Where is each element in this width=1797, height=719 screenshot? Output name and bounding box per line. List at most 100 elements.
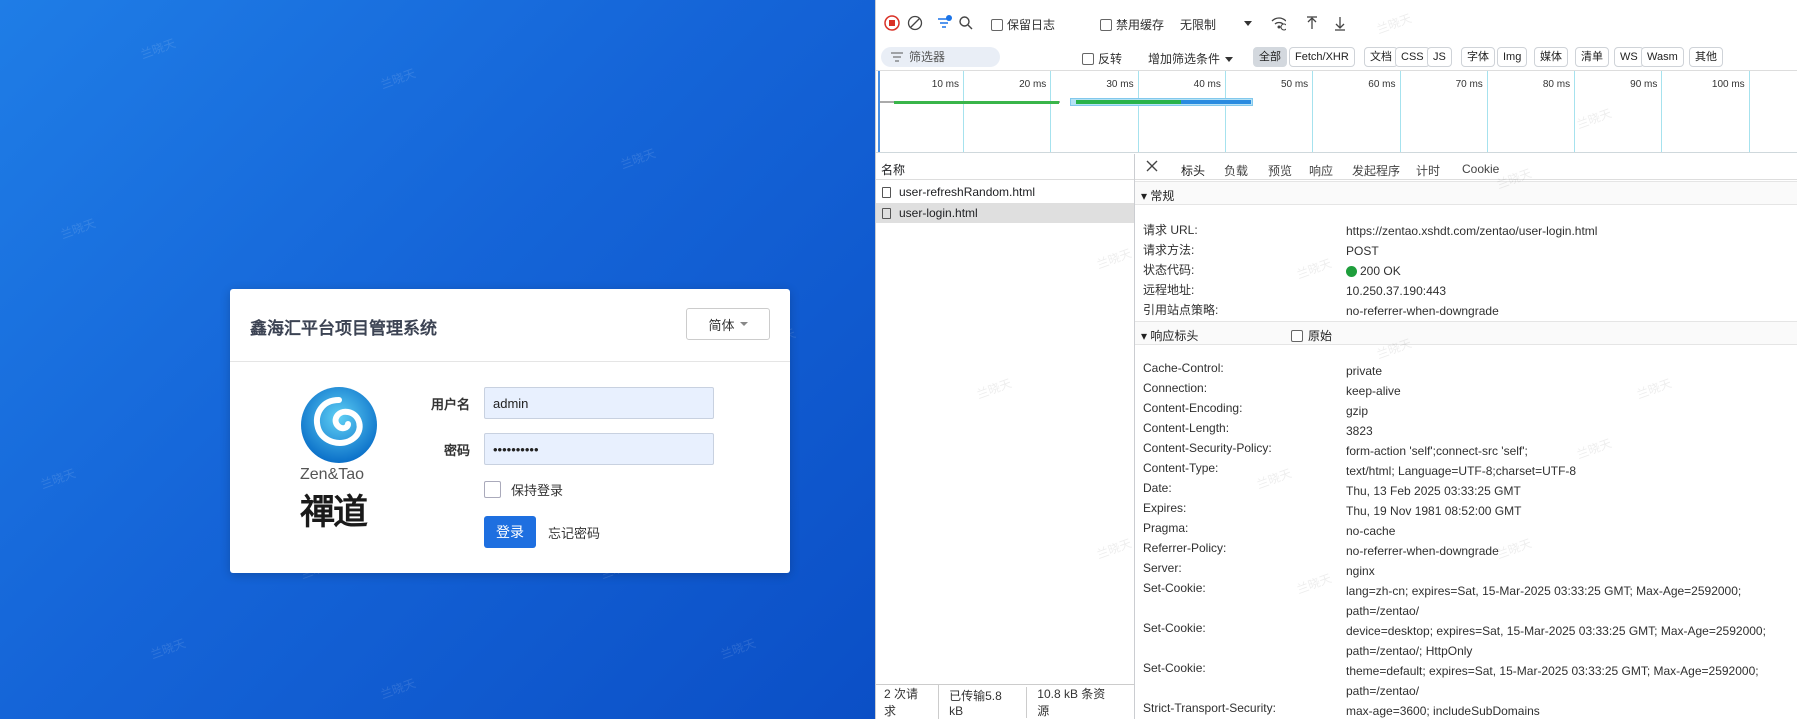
watermark: 兰晓天 <box>974 376 1014 402</box>
transferred-size: 已传输5.8 kB <box>949 686 1028 718</box>
checkbox-icon[interactable] <box>1291 329 1303 342</box>
preserve-log-label: 保留日志 <box>1007 18 1056 32</box>
timeline-gridline <box>963 71 964 152</box>
filter-type-6[interactable]: Img <box>1497 47 1528 67</box>
request-name: user-refreshRandom.html <box>899 185 1036 199</box>
keep-login-checkbox[interactable]: 保持登录 <box>484 480 563 499</box>
request-row[interactable]: user-refreshRandom.html <box>876 182 1134 202</box>
preserve-log-checkbox[interactable]: 保留日志 <box>991 16 1055 33</box>
devtools-panel: 保留日志 禁用缓存 无限制 筛选器 反转 增加筛选条件 全部 Fetch/XHR… <box>875 0 1797 719</box>
network-timeline[interactable]: 10 ms 20 ms 30 ms 40 ms 50 ms 60 ms 70 ms 80 ms… <box>876 70 1797 153</box>
raw-label: 原始 <box>1308 329 1333 343</box>
checkbox-icon[interactable] <box>1100 18 1112 31</box>
timeline-gridline <box>1137 71 1139 152</box>
response-headers-section-header[interactable]: ▾ 响应标头 原始 <box>1135 321 1797 345</box>
header-key: Content-Security-Policy: <box>1143 441 1272 455</box>
watermark: 兰晓天 <box>618 146 658 172</box>
card-header: 鑫海汇平台项目管理系统 简体 <box>230 289 790 362</box>
watermark: 兰晓天 <box>148 636 188 662</box>
checkbox-icon[interactable] <box>991 18 1003 31</box>
tab-3[interactable]: 响应 <box>1309 162 1333 179</box>
header-value: device=desktop; expires=Sat, 15-Mar-2025… <box>1346 624 1766 658</box>
filter-type-2[interactable]: 文档 <box>1364 47 1398 67</box>
header-value: text/html; Language=UTF-8;charset=UTF-8 <box>1346 464 1577 478</box>
filter-type-9[interactable]: WS <box>1614 47 1644 67</box>
name-column-header[interactable]: 名称 <box>876 154 1134 180</box>
disable-cache-checkbox[interactable]: 禁用缓存 <box>1100 16 1164 33</box>
header-value: Thu, 19 Nov 1981 08:52:00 GMT <box>1346 504 1522 518</box>
header-key: Set-Cookie: <box>1143 621 1206 635</box>
header-key: 远程地址: <box>1143 283 1195 297</box>
tab-1[interactable]: 负载 <box>1224 162 1248 179</box>
header-key: Cache-Control: <box>1143 361 1224 375</box>
invert-label: 反转 <box>1098 52 1123 66</box>
watermark: 兰晓天 <box>38 466 78 492</box>
language-dropdown[interactable]: 简体 <box>686 308 770 340</box>
header-value: no-cache <box>1346 524 1396 538</box>
header-key: Content-Length: <box>1143 421 1230 435</box>
watermark: 兰晓天 <box>1094 246 1134 272</box>
checkbox-icon[interactable] <box>1082 52 1094 65</box>
request-row-selected[interactable]: user-login.html <box>876 203 1134 223</box>
header-value: theme=default; expires=Sat, 15-Mar-2025 … <box>1346 664 1759 698</box>
header-value: Thu, 13 Feb 2025 03:33:25 GMT <box>1346 484 1521 498</box>
import-har-icon[interactable] <box>1304 15 1320 31</box>
raw-checkbox[interactable]: 原始 <box>1291 327 1332 344</box>
close-icon[interactable] <box>1145 159 1159 176</box>
checkbox-icon[interactable] <box>484 481 501 498</box>
watermark: 兰晓天 <box>58 216 98 242</box>
throttle-dropdown[interactable]: 无限制 <box>1180 16 1216 33</box>
header-key: Set-Cookie: <box>1143 661 1206 675</box>
filter-type-4[interactable]: JS <box>1427 47 1452 67</box>
forgot-password-link[interactable]: 忘记密码 <box>548 523 600 542</box>
tab-4[interactable]: 发起程序 <box>1352 162 1400 179</box>
filter-type-11[interactable]: 其他 <box>1689 47 1723 67</box>
filter-input[interactable]: 筛选器 <box>881 47 1000 67</box>
filter-icon <box>891 52 903 62</box>
timeline-tick-label: 90 ms <box>1630 79 1658 90</box>
username-field[interactable] <box>484 387 714 419</box>
login-card: 鑫海汇平台项目管理系统 简体 Zen&Tao 禪道 用户名 密 <box>230 289 790 573</box>
login-page-background: 兰晓天兰晓天兰晓天兰晓天兰晓天兰晓天兰晓天兰晓天兰晓天兰晓天兰晓天兰晓天 鑫海汇… <box>0 0 875 719</box>
filter-type-0[interactable]: 全部 <box>1253 47 1287 67</box>
search-icon[interactable] <box>958 15 974 31</box>
filter-type-8[interactable]: 清单 <box>1575 47 1609 67</box>
filter-type-3[interactable]: CSS <box>1395 47 1430 67</box>
request-count: 2 次请求 <box>884 685 940 719</box>
record-stop-icon[interactable] <box>884 15 900 31</box>
zentao-logo: Zen&Tao 禪道 <box>298 386 398 536</box>
triangle-down-icon: ▾ <box>1141 329 1148 343</box>
header-key: Referrer-Policy: <box>1143 541 1227 555</box>
tab-5[interactable]: 计时 <box>1416 162 1440 179</box>
header-value: 3823 <box>1346 424 1373 438</box>
header-key: 请求 URL: <box>1143 223 1198 237</box>
header-value: nginx <box>1346 564 1375 578</box>
timeline-bar-request-1 <box>894 101 1059 104</box>
header-key: 状态代码: <box>1143 263 1195 277</box>
filter-type-1[interactable]: Fetch/XHR <box>1289 47 1355 67</box>
network-conditions-icon[interactable] <box>1270 15 1286 31</box>
document-icon <box>882 207 891 219</box>
password-field[interactable] <box>484 433 714 465</box>
filter-type-10[interactable]: Wasm <box>1641 47 1684 67</box>
throttle-caret-icon[interactable] <box>1240 15 1256 31</box>
more-filters-dropdown[interactable]: 增加筛选条件 <box>1148 50 1234 67</box>
network-toolbar: 保留日志 禁用缓存 无限制 <box>876 0 1797 47</box>
general-section-header[interactable]: ▾ 常规 <box>1135 181 1797 205</box>
timeline-start-marker <box>878 71 880 152</box>
timeline-tick-label: 100 ms <box>1711 79 1745 90</box>
filter-type-5[interactable]: 字体 <box>1461 47 1495 67</box>
clear-icon[interactable] <box>907 15 923 31</box>
header-key: Pragma: <box>1143 521 1189 535</box>
timeline-gridline <box>1050 71 1052 152</box>
filter-type-7[interactable]: 媒体 <box>1534 47 1568 67</box>
watermark: 兰晓天 <box>138 36 178 62</box>
filter-toggle-icon[interactable] <box>936 15 952 31</box>
detail-tabs: 标头 负载 预览 响应 发起程序 计时 Cookie <box>1135 154 1797 185</box>
login-button[interactable]: 登录 <box>484 516 536 548</box>
response-headers-title: 响应标头 <box>1150 329 1199 343</box>
tab-6[interactable]: Cookie <box>1462 162 1499 176</box>
invert-checkbox[interactable]: 反转 <box>1082 50 1122 67</box>
tab-2[interactable]: 预览 <box>1268 162 1292 179</box>
export-har-icon[interactable] <box>1332 15 1348 31</box>
